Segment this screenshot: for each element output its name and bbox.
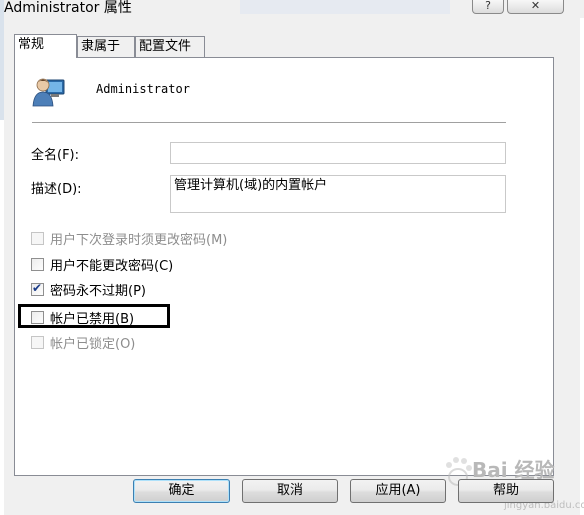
checkbox-account-disabled[interactable]: 帐户已禁用(B)	[31, 308, 135, 327]
fullname-field[interactable]	[170, 142, 506, 164]
checkbox-account-locked[interactable]: 帐户已锁定(O)	[31, 333, 136, 352]
checkbox-must-change-password[interactable]: 用户下次登录时须更改密码(M)	[31, 229, 228, 248]
checkbox-box[interactable]	[31, 310, 44, 324]
tab-member-of[interactable]: 隶属于	[77, 36, 135, 58]
title-bar: Administrator 属性 ? ✕	[0, 0, 584, 18]
window-title: Administrator 属性	[4, 0, 132, 16]
cancel-button[interactable]: 取消	[242, 479, 338, 503]
description-field[interactable]: 管理计算机(域)的内置帐户	[170, 175, 506, 213]
checkbox-label: 密码永不过期(P)	[50, 283, 146, 299]
checkmark-icon: ✔	[32, 280, 43, 295]
apply-button[interactable]: 应用(A)	[350, 479, 446, 503]
checkbox-box[interactable]	[31, 257, 44, 271]
background-edge	[0, 0, 4, 120]
tab-profile[interactable]: 配置文件	[135, 36, 205, 58]
user-icon	[32, 78, 65, 107]
general-tab-panel: Administrator 全名(F): 描述(D): 管理计算机(域)的内置帐…	[14, 57, 554, 476]
checkbox-label: 用户不能更改密码(C)	[50, 258, 174, 274]
checkbox-password-never-expires[interactable]: ✔ 密码永不过期(P)	[31, 280, 146, 299]
tab-general[interactable]: 常规	[14, 34, 77, 58]
background-window-blur	[240, 0, 450, 14]
ok-button[interactable]: 确定	[133, 479, 230, 503]
checkbox-label: 帐户已锁定(O)	[50, 336, 136, 352]
help-title-button[interactable]: ?	[472, 0, 504, 14]
checkbox-label: 帐户已禁用(B)	[50, 311, 135, 327]
help-button[interactable]: 帮助	[458, 479, 554, 503]
checkbox-box[interactable]	[31, 335, 44, 349]
fullname-label: 全名(F):	[31, 148, 80, 163]
checkbox-box[interactable]: ✔	[31, 280, 44, 296]
checkbox-cannot-change-password[interactable]: 用户不能更改密码(C)	[31, 255, 174, 274]
checkbox-label: 用户下次登录时须更改密码(M)	[50, 232, 228, 248]
checkbox-box[interactable]	[31, 231, 44, 245]
user-name: Administrator	[96, 82, 190, 96]
close-button[interactable]: ✕	[507, 0, 564, 14]
description-label: 描述(D):	[31, 182, 82, 197]
divider	[32, 122, 506, 123]
